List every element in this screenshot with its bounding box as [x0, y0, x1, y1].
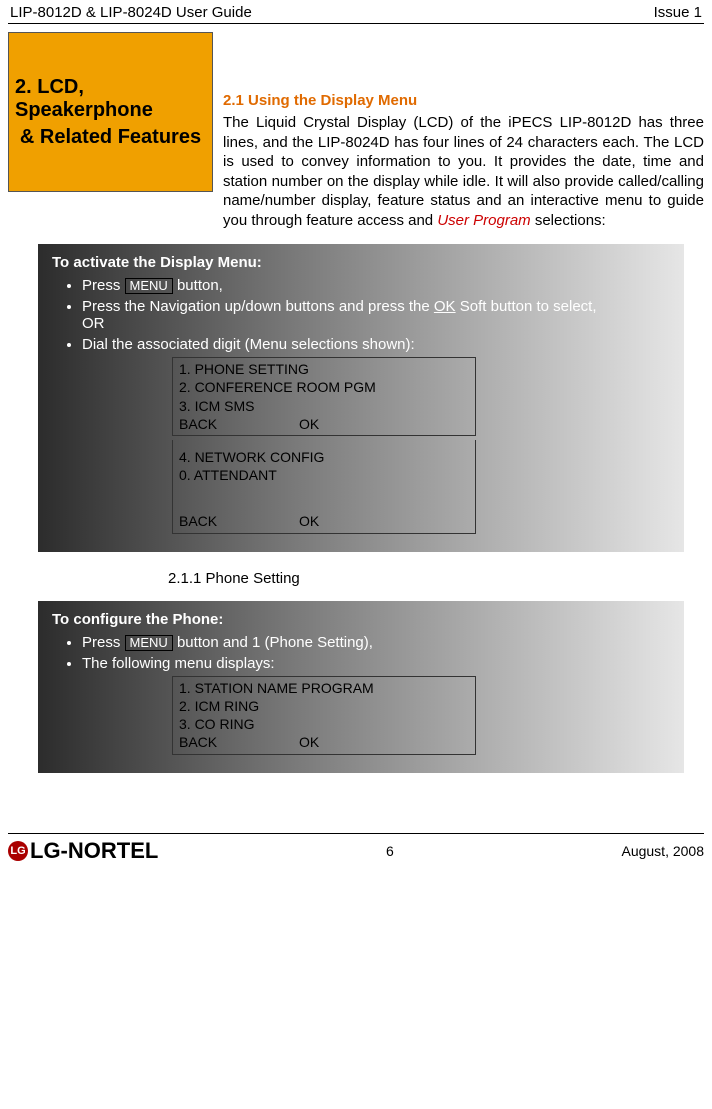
header-left: LIP-8012D & LIP-8024D User Guide — [10, 4, 252, 21]
lg-icon: LG — [8, 841, 28, 861]
header-right: Issue 1 — [654, 4, 702, 21]
lcd-box-1: 1. PHONE SETTING 2. CONFERENCE ROOM PGM … — [172, 357, 476, 436]
page-footer: LG LG-NORTEL 6 August, 2008 — [8, 833, 704, 864]
menu-button-label: MENU — [125, 278, 173, 294]
lcd-box-2: 4. NETWORK CONFIG 0. ATTENDANT BACK OK — [172, 440, 476, 534]
activate-display-menu-panel: To activate the Display Menu: Press MENU… — [38, 244, 684, 552]
ok-soft-button-text: OK — [434, 298, 456, 315]
chapter-box: 2. LCD, Speakerphone & Related Features — [8, 32, 213, 192]
lcd3-ok: OK — [299, 733, 469, 751]
or-text: OR — [82, 315, 105, 332]
chapter-line1: 2. LCD, Speakerphone — [15, 76, 206, 122]
page-header: LIP-8012D & LIP-8024D User Guide Issue 1 — [8, 0, 704, 24]
user-program-text: User Program — [437, 212, 530, 229]
section-heading: 2.1 Using the Display Menu — [223, 92, 704, 109]
panel1-bullet-1: Press MENU button, — [82, 277, 670, 294]
panel1-b1b: button, — [173, 277, 223, 294]
brand-text: LG-NORTEL — [30, 838, 158, 864]
panel1-bullet-3: Dial the associated digit (Menu selectio… — [82, 336, 670, 533]
menu-button-label-2: MENU — [125, 635, 173, 651]
lcd1-ok: OK — [299, 415, 469, 433]
panel1-b3: Dial the associated digit (Menu selectio… — [82, 336, 415, 353]
lcd2-l2: 0. ATTENDANT — [179, 466, 469, 484]
panel2-bullet-1: Press MENU button and 1 (Phone Setting), — [82, 634, 670, 651]
panel1-title: To activate the Display Menu: — [52, 254, 670, 271]
body-suffix: selections: — [531, 212, 606, 229]
chapter-line2: & Related Features — [20, 126, 201, 149]
panel1-b2a: Press the Navigation up/down buttons and… — [82, 298, 434, 315]
panel1-b1a: Press — [82, 277, 125, 294]
lcd3-l2: 2. ICM RING — [179, 697, 469, 715]
lcd3-back: BACK — [179, 733, 299, 751]
lcd-box-3: 1. STATION NAME PROGRAM 2. ICM RING 3. C… — [172, 676, 476, 755]
brand-logo: LG LG-NORTEL — [8, 838, 158, 864]
panel1-bullet-2: Press the Navigation up/down buttons and… — [82, 298, 670, 332]
panel2-title: To configure the Phone: — [52, 611, 670, 628]
lcd1-l2: 2. CONFERENCE ROOM PGM — [179, 378, 469, 396]
configure-phone-panel: To configure the Phone: Press MENU butto… — [38, 601, 684, 773]
page-number: 6 — [158, 843, 621, 859]
subsection-heading: 2.1.1 Phone Setting — [168, 570, 704, 587]
panel2-b1b: button and 1 (Phone Setting), — [173, 634, 373, 651]
panel2-b1a: Press — [82, 634, 125, 651]
lcd3-l1: 1. STATION NAME PROGRAM — [179, 679, 469, 697]
panel2-bullet-2: The following menu displays: 1. STATION … — [82, 655, 670, 755]
lcd1-back: BACK — [179, 415, 299, 433]
section-body: The Liquid Crystal Display (LCD) of the … — [223, 113, 704, 230]
lcd1-l3: 3. ICM SMS — [179, 397, 469, 415]
panel2-b2: The following menu displays: — [82, 655, 275, 672]
lcd3-l3: 3. CO RING — [179, 715, 469, 733]
footer-date: August, 2008 — [621, 843, 704, 859]
lcd2-l1: 4. NETWORK CONFIG — [179, 448, 469, 466]
lcd2-ok: OK — [299, 512, 469, 530]
panel1-b2b: Soft button to select, — [456, 298, 597, 315]
lcd1-l1: 1. PHONE SETTING — [179, 360, 469, 378]
lcd2-back: BACK — [179, 512, 299, 530]
